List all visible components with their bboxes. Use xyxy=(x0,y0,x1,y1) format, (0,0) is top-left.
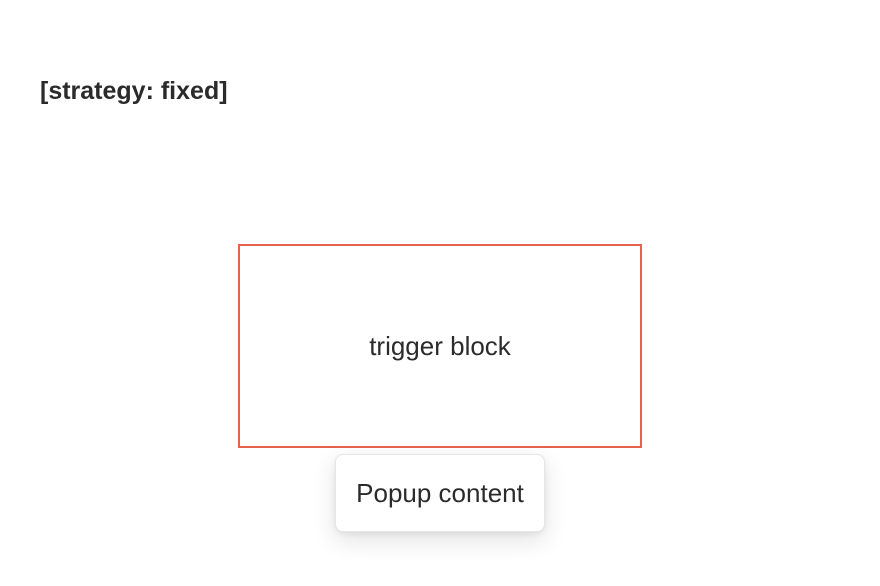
popup-content: Popup content xyxy=(356,477,524,508)
strategy-heading: [strategy: fixed] xyxy=(40,77,228,105)
trigger-block-label: trigger block xyxy=(369,330,511,361)
page: [strategy: fixed] trigger block Popup co… xyxy=(0,0,880,586)
trigger-block[interactable]: trigger block xyxy=(238,244,642,448)
popup: Popup content xyxy=(335,454,545,532)
